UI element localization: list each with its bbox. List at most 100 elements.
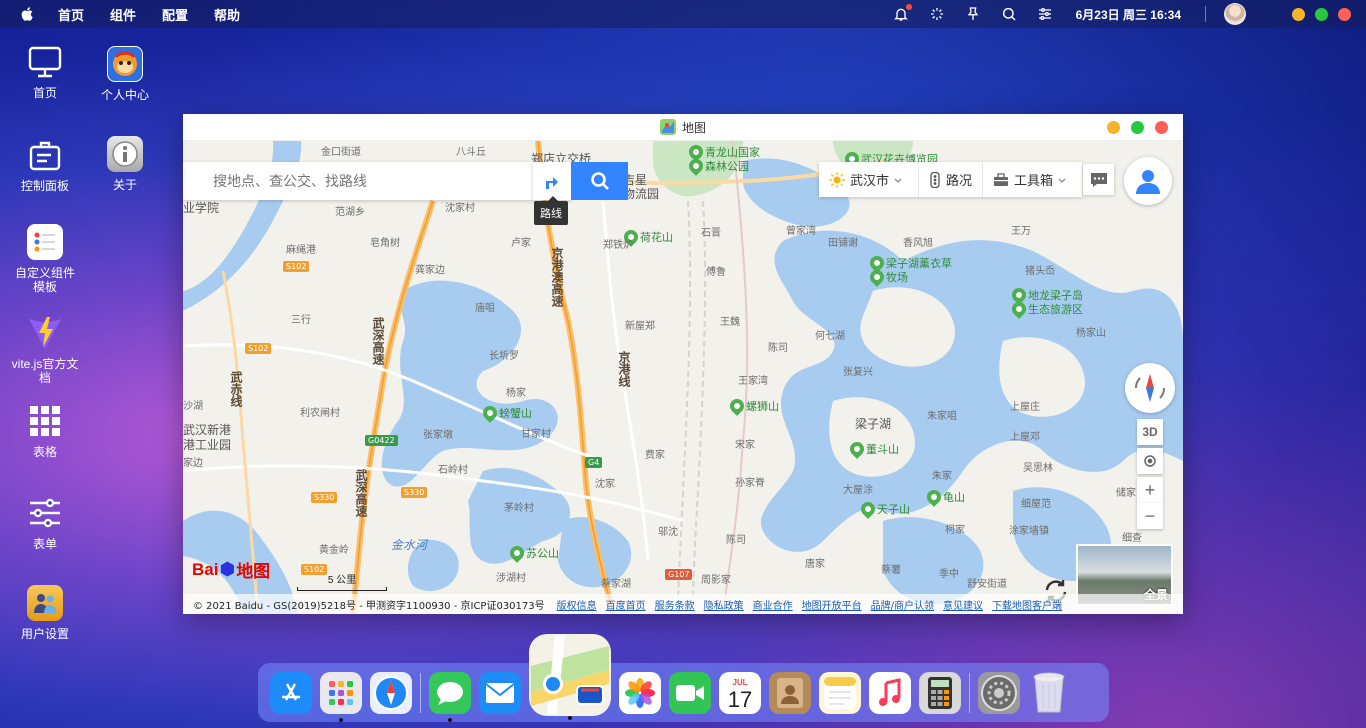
- locate-button[interactable]: [1137, 448, 1163, 474]
- chat-bubble-icon: [1090, 172, 1107, 187]
- desktop-icon-control-panel[interactable]: 控制面板: [5, 137, 85, 193]
- road-number-badge: G0422: [365, 435, 398, 446]
- desktop-icon-about[interactable]: 关于: [85, 136, 165, 192]
- info-icon: [107, 136, 143, 172]
- user-avatar[interactable]: [1224, 3, 1246, 25]
- footer-link[interactable]: 下载地图客户端: [992, 597, 1062, 612]
- footer-link[interactable]: 百度首页: [606, 597, 646, 612]
- minimize-button[interactable]: [1292, 7, 1305, 21]
- message-button[interactable]: [1083, 164, 1114, 195]
- photos-icon[interactable]: [619, 671, 661, 714]
- traffic-button[interactable]: 路况: [919, 162, 984, 197]
- 3d-toggle-button[interactable]: 3D: [1137, 419, 1163, 445]
- compass-control[interactable]: [1125, 363, 1175, 413]
- baidu-map-logo[interactable]: Bai ⬢ 地图: [192, 557, 270, 582]
- menu-item-config[interactable]: 配置: [162, 5, 188, 24]
- trash-icon[interactable]: [1028, 672, 1070, 714]
- place-label: 新屋郑: [625, 321, 655, 332]
- chevron-down-icon: [1058, 178, 1066, 183]
- pin-icon[interactable]: [964, 5, 982, 23]
- mail-icon[interactable]: [479, 671, 521, 714]
- map-user-button[interactable]: [1124, 157, 1172, 205]
- poi-label[interactable]: 董斗山: [866, 441, 899, 457]
- menu-bar: 首页 组件 配置 帮助 6月23日 周三 16:34: [0, 0, 1366, 28]
- safari-icon[interactable]: [370, 671, 412, 714]
- footer-link[interactable]: 隐私政策: [704, 597, 744, 612]
- zoom-in-button[interactable]: +: [1137, 477, 1163, 503]
- map-canvas[interactable]: 金口街道八斗丘郑店立交桥青龙山国家森林公园武汉花卉博览园国土业学院吉星物流园范湖…: [183, 141, 1183, 614]
- menu-item-components[interactable]: 组件: [110, 5, 136, 24]
- place-label: 吴思林: [1023, 463, 1053, 474]
- poi-label[interactable]: 天子山: [877, 501, 910, 517]
- poi-label[interactable]: 牧场: [886, 269, 908, 285]
- copyright-bar: © 2021 Baidu - GS(2019)5218号 - 甲测资字11009…: [183, 594, 1183, 614]
- scale-bar: [297, 587, 387, 591]
- map-toolbar: 武汉市 路况 工具箱: [819, 162, 1083, 197]
- place-label: 黄金岭: [319, 545, 349, 556]
- music-icon[interactable]: [869, 671, 911, 714]
- road-number-badge: S102: [283, 261, 310, 272]
- bell-icon[interactable]: [892, 4, 912, 23]
- system-preferences-icon[interactable]: [978, 671, 1020, 714]
- menu-item-help[interactable]: 帮助: [214, 5, 240, 24]
- poi-label[interactable]: 森林公园: [705, 158, 749, 174]
- launchpad-icon[interactable]: [320, 671, 362, 722]
- poi-label[interactable]: 螺狮山: [746, 398, 779, 414]
- menu-item-home[interactable]: 首页: [58, 5, 84, 24]
- notes-icon[interactable]: [819, 671, 861, 714]
- footer-link[interactable]: 品牌/商户认领: [871, 597, 934, 612]
- place-label: 唐家: [805, 559, 825, 570]
- footer-link[interactable]: 地图开放平台: [802, 597, 862, 612]
- place-label: 长圻罗: [489, 351, 519, 362]
- footer-link[interactable]: 意见建议: [943, 597, 983, 612]
- desktop-icon-label: 表格: [32, 445, 57, 459]
- poi-label[interactable]: 生态旅游区: [1028, 301, 1083, 317]
- contacts-icon[interactable]: [769, 671, 811, 714]
- footer-link[interactable]: 商业合作: [753, 597, 793, 612]
- reminders-icon: [27, 224, 63, 260]
- window-titlebar[interactable]: 地图: [183, 114, 1183, 141]
- window-close-button[interactable]: [1155, 121, 1168, 134]
- city-selector[interactable]: 武汉市: [819, 162, 920, 197]
- maximize-button[interactable]: [1315, 7, 1328, 21]
- desktop-icon-profile[interactable]: 个人中心: [85, 46, 165, 102]
- window-minimize-button[interactable]: [1107, 121, 1120, 134]
- desktop-icon-vite-docs[interactable]: vite.js官方文档: [5, 315, 85, 385]
- desktop-icon-custom-templates[interactable]: 自定义组件模板: [5, 224, 85, 294]
- footer-link[interactable]: 服务条款: [655, 597, 695, 612]
- apple-logo-icon[interactable]: [20, 6, 36, 22]
- desktop-icon-home[interactable]: 首页: [5, 44, 85, 100]
- search-button[interactable]: [571, 162, 628, 200]
- poi-label[interactable]: 荷花山: [640, 229, 673, 245]
- place-label: 上屋庄: [1010, 402, 1040, 413]
- poi-label[interactable]: 苏公山: [526, 545, 559, 561]
- place-label: 傅鲁: [706, 267, 726, 278]
- place-label: 季中: [939, 569, 959, 580]
- maps-icon[interactable]: [529, 633, 611, 720]
- route-button[interactable]: [533, 162, 571, 200]
- footer-link[interactable]: 版权信息: [557, 597, 597, 612]
- toolbox-button[interactable]: 工具箱: [983, 162, 1082, 197]
- desktop-icon-user-settings[interactable]: 用户设置: [5, 585, 85, 641]
- chevron-down-icon: [894, 178, 902, 183]
- map-search-input[interactable]: [183, 162, 503, 200]
- app-store-icon[interactable]: [270, 671, 312, 714]
- close-button[interactable]: [1338, 7, 1351, 21]
- window-maximize-button[interactable]: [1131, 121, 1144, 134]
- place-label: 甘家村: [521, 429, 551, 440]
- poi-label[interactable]: 龟山: [943, 489, 965, 505]
- poi-label[interactable]: 螃蟹山: [499, 405, 532, 421]
- desktop-icon-table[interactable]: 表格: [5, 403, 85, 459]
- zoom-out-button[interactable]: −: [1137, 503, 1163, 529]
- calculator-icon[interactable]: [919, 671, 961, 714]
- spinner-icon[interactable]: [928, 5, 946, 23]
- desktop-icon-form[interactable]: 表单: [5, 495, 85, 551]
- menu-clock[interactable]: 6月23日 周三 16:34: [1076, 6, 1181, 23]
- baidu-paw-icon: ⬢: [219, 559, 236, 579]
- search-icon[interactable]: [1000, 5, 1018, 23]
- messages-icon[interactable]: [429, 671, 471, 722]
- calendar-icon[interactable]: JUL 17: [719, 671, 761, 714]
- facetime-icon[interactable]: [669, 671, 711, 714]
- locate-icon: [1144, 455, 1156, 467]
- control-center-icon[interactable]: [1036, 5, 1054, 23]
